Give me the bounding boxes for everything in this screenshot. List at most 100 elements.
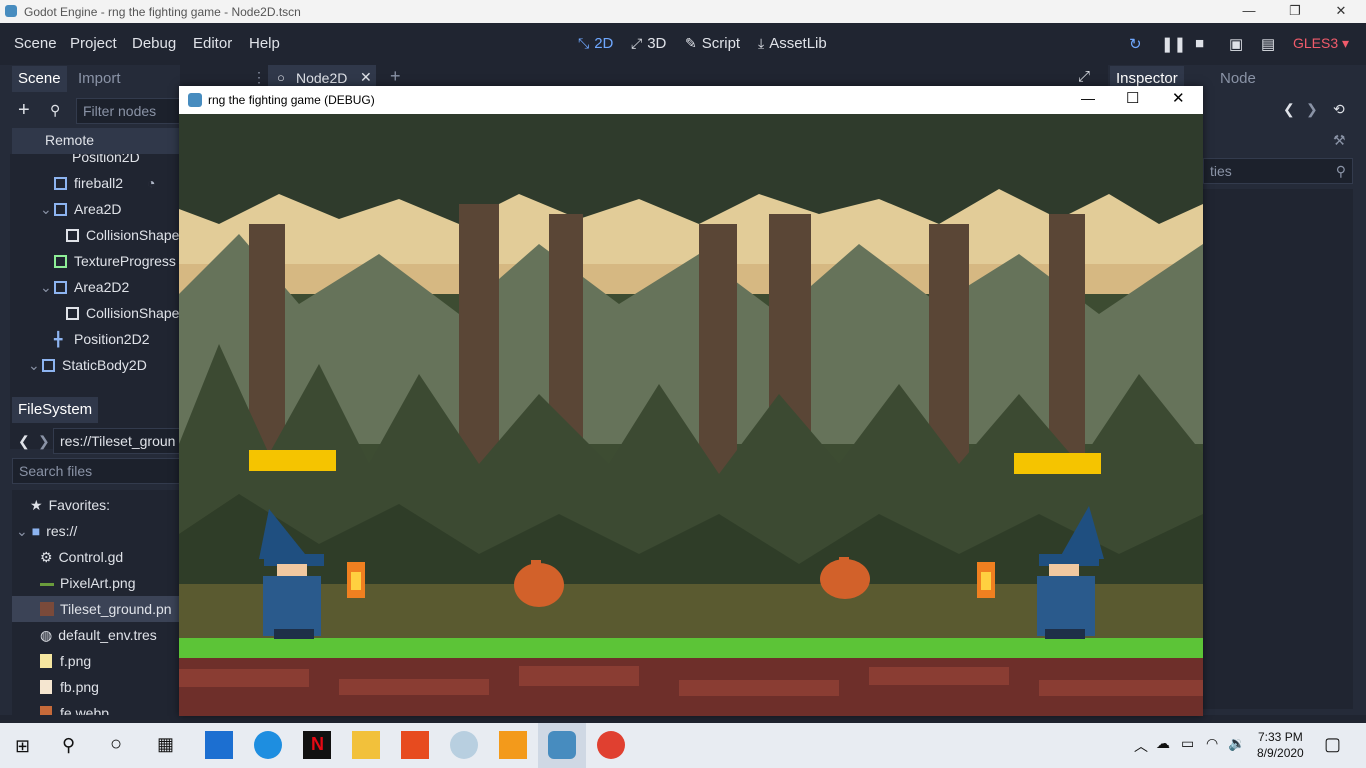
play-scene-icon[interactable]: ▣ (1229, 35, 1243, 53)
onedrive-icon[interactable]: ☁ (1156, 735, 1170, 752)
list-item[interactable]: ★ Favorites: (12, 492, 180, 518)
list-item[interactable]: ⚙ Control.gd (12, 544, 180, 570)
office-icon[interactable] (401, 731, 429, 759)
list-item[interactable]: fb.png (12, 674, 180, 700)
menu-scene[interactable]: Scene (14, 35, 57, 52)
tree-item-position2d[interactable]: Position2D (10, 154, 180, 170)
tree-item-area2d[interactable]: ⌄ Area2D (10, 196, 180, 222)
file-tree: ★ Favorites: ⌄ ■ res:// ⚙ Control.gd PixelAr… (12, 490, 180, 715)
fireball-projectile-2 (977, 562, 995, 598)
game-minimize-button[interactable]: — (1081, 90, 1095, 106)
player1-health-bar (249, 450, 336, 471)
filter-properties-input[interactable]: ties ⚲ (1203, 158, 1353, 184)
gear-icon: ⚙ (40, 549, 53, 565)
tree-item-collisionshape2[interactable]: CollisionShape (10, 300, 180, 326)
game-viewport[interactable] (179, 114, 1203, 716)
tab-scene[interactable]: Scene (12, 66, 67, 92)
start-icon[interactable]: ⊞ (15, 736, 30, 757)
add-tab-icon[interactable]: + (390, 66, 401, 87)
notifications-icon[interactable]: ▢ (1324, 734, 1341, 755)
stop-icon[interactable]: ■ (1195, 35, 1204, 52)
workspace-assetlib[interactable]: ⤓ AssetLib (758, 35, 827, 52)
restore-button[interactable]: ❐ (1272, 0, 1318, 23)
wifi-icon[interactable]: ◠ (1206, 735, 1218, 752)
remote-tab[interactable]: Remote (12, 128, 180, 154)
chrome-icon[interactable] (597, 731, 625, 759)
menu-project[interactable]: Project (70, 35, 117, 52)
close-tab-icon[interactable]: ✕ (360, 69, 372, 86)
tree-item-fireball2[interactable]: fireball2 ◔ (10, 170, 180, 196)
close-button[interactable]: ✕ (1318, 0, 1364, 23)
menu-help[interactable]: Help (249, 35, 280, 52)
collision-icon (66, 307, 79, 320)
player2-health-bar (1014, 453, 1101, 474)
path-field[interactable]: res://Tileset_groun (53, 428, 180, 454)
tab-import[interactable]: Import (72, 66, 127, 92)
menu-debug[interactable]: Debug (132, 35, 176, 52)
tree-item-area2d2[interactable]: ⌄ Area2D2 (10, 274, 180, 300)
show-hidden-icons[interactable]: ︿ (1134, 736, 1148, 756)
folder-icon: ■ (31, 523, 41, 539)
editor-menu-bar: Scene Project Debug Editor Help ⤡ 2D ⤢ 3D … (0, 23, 1366, 65)
globe-icon: ◍ (40, 627, 53, 643)
godot-logo-icon (5, 5, 17, 17)
tree-item-position2d2[interactable]: ╋ Position2D2 (10, 326, 180, 352)
game-close-button[interactable]: ✕ (1172, 89, 1185, 107)
list-item[interactable]: ◍ default_env.tres (12, 622, 180, 648)
filter-nodes-input[interactable]: Filter nodes (76, 98, 180, 124)
tree-item-textureprogress[interactable]: TextureProgress (10, 248, 180, 274)
mail-icon[interactable] (205, 731, 233, 759)
add-node-icon[interactable]: + (18, 99, 30, 122)
collapse-icon[interactable]: ⌄ (16, 523, 28, 539)
image-icon (40, 706, 52, 715)
play-custom-scene-icon[interactable]: ▤ (1261, 35, 1275, 53)
godot-taskbar-button[interactable] (538, 723, 586, 768)
list-item[interactable]: ⌄ ■ res:// (12, 518, 180, 544)
task-view-icon[interactable]: ▦ (157, 734, 174, 755)
collapse-icon[interactable]: ⌄ (40, 196, 54, 222)
history-forward-icon[interactable]: ❯ (1306, 101, 1318, 118)
tools-icon[interactable]: ⚒ (1333, 132, 1346, 149)
distraction-free-icon[interactable]: ⤢ (1078, 68, 1090, 85)
tab-filesystem[interactable]: FileSystem (12, 397, 99, 423)
search-icon[interactable]: ⚲ (62, 735, 75, 756)
tree-item-staticbody2d[interactable]: ⌄ StaticBody2D (10, 352, 180, 378)
battery-icon[interactable]: ▭ (1181, 735, 1194, 752)
back-icon[interactable]: ❮ (18, 433, 30, 450)
volume-icon[interactable]: 🔉 (1228, 735, 1245, 752)
list-item[interactable]: f.png (12, 648, 180, 674)
list-item[interactable]: Tileset_ground.pn (12, 596, 180, 622)
cortana-icon[interactable]: ○ (110, 733, 122, 756)
signal-icon[interactable]: ◔ (147, 170, 155, 196)
workspace-2d[interactable]: ⤡ 2D (578, 35, 613, 52)
collapse-icon[interactable]: ⌄ (28, 352, 42, 378)
history-back-icon[interactable]: ❮ (1283, 101, 1295, 118)
2d-icon: ⤡ (578, 35, 590, 51)
list-item[interactable]: fe.webp (12, 700, 180, 715)
list-item[interactable]: PixelArt.png (12, 570, 180, 596)
renderer-selector[interactable]: GLES3 ▾ (1293, 35, 1349, 52)
paint-icon[interactable] (450, 731, 478, 759)
game-debug-window: rng the fighting game (DEBUG) — ☐ ✕ (179, 86, 1203, 716)
tab-node[interactable]: Node (1214, 66, 1262, 92)
tree-item-collisionshape[interactable]: CollisionShape (10, 222, 180, 248)
workspace-3d[interactable]: ⤢ 3D (631, 35, 666, 52)
forest-scene (179, 114, 1203, 716)
menu-editor[interactable]: Editor (193, 35, 232, 52)
godot-logo-icon (188, 93, 202, 107)
minimize-button[interactable]: — (1226, 0, 1272, 23)
collapse-icon[interactable]: ⌄ (40, 274, 54, 300)
app-icon[interactable] (499, 731, 527, 759)
clock[interactable]: 7:33 PM 8/9/2020 (1257, 729, 1304, 761)
workspace-script[interactable]: ✎ Script (685, 35, 740, 52)
pause-icon[interactable]: ❚❚ (1161, 35, 1186, 53)
forward-icon[interactable]: ❯ (38, 433, 50, 450)
file-explorer-icon[interactable] (352, 731, 380, 759)
history-icon[interactable]: ⟲ (1333, 101, 1345, 118)
edge-icon[interactable] (254, 731, 282, 759)
netflix-icon[interactable]: N (303, 731, 331, 759)
link-icon[interactable]: ⚲ (50, 102, 60, 119)
search-files-input[interactable]: Search files (12, 458, 180, 484)
reload-icon[interactable]: ↻ (1129, 35, 1142, 53)
game-maximize-button[interactable]: ☐ (1126, 89, 1139, 107)
